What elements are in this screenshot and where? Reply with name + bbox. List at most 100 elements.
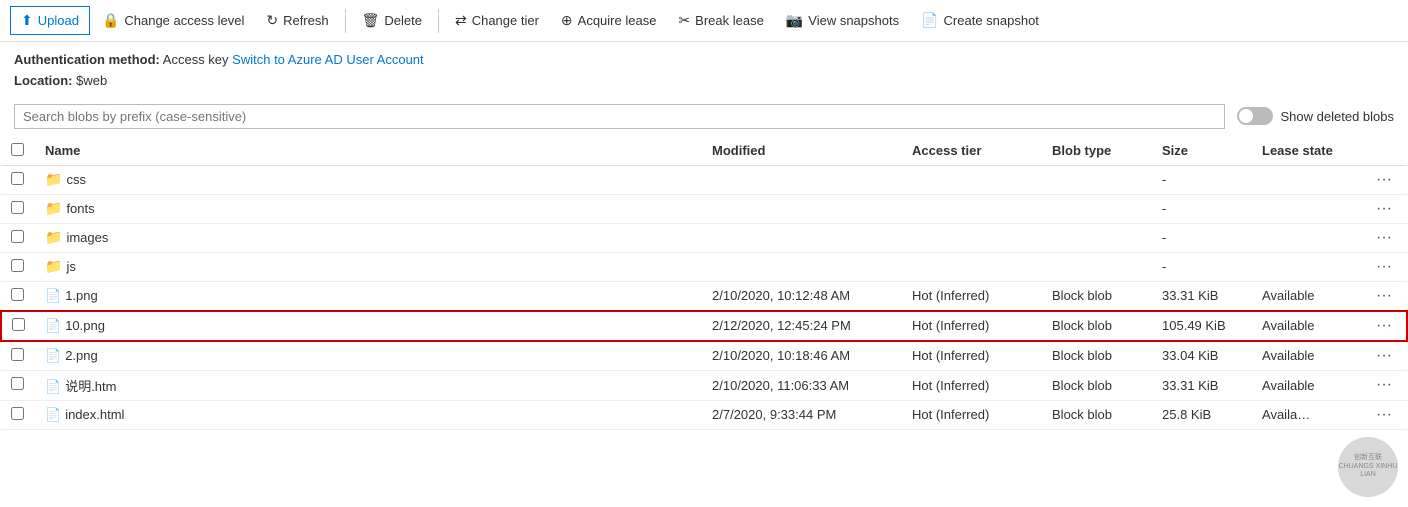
table-row[interactable]: 📄2.png2/10/2020, 10:18:46 AMHot (Inferre… xyxy=(1,341,1407,371)
folder-icon: 📁 xyxy=(45,171,62,187)
switch-account-link[interactable]: Switch to Azure AD User Account xyxy=(232,52,423,67)
cell-lease xyxy=(1252,194,1362,223)
row-more-button[interactable]: ··· xyxy=(1372,376,1396,394)
row-checkbox[interactable] xyxy=(11,172,24,185)
row-checkbox[interactable] xyxy=(11,201,24,214)
col-header-tier: Access tier xyxy=(902,137,1042,166)
cell-tier xyxy=(902,165,1042,194)
select-all-checkbox[interactable] xyxy=(11,143,24,156)
folder-icon: 📁 xyxy=(45,258,62,274)
cell-lease xyxy=(1252,165,1362,194)
row-checkbox[interactable] xyxy=(11,407,24,420)
toggle-wrap: Show deleted blobs xyxy=(1237,107,1394,125)
table-row[interactable]: 📄index.html2/7/2020, 9:33:44 PMHot (Infe… xyxy=(1,400,1407,429)
file-icon: 📄 xyxy=(45,318,61,333)
file-name: fonts xyxy=(66,201,94,216)
toolbar: ⬆ Upload 🔒 Change access level ↻ Refresh… xyxy=(0,0,1408,42)
location-info: Location: $web xyxy=(14,71,1394,92)
break-lease-button[interactable]: ✂ Break lease xyxy=(668,7,773,34)
snapshots-icon: 📷 xyxy=(786,12,803,29)
row-checkbox[interactable] xyxy=(11,288,24,301)
table-row[interactable]: 📁css-··· xyxy=(1,165,1407,194)
upload-button[interactable]: ⬆ Upload xyxy=(10,6,90,35)
row-more-button[interactable]: ··· xyxy=(1372,258,1396,276)
row-more-button[interactable]: ··· xyxy=(1372,347,1396,365)
cell-modified xyxy=(702,194,902,223)
cell-tier: Hot (Inferred) xyxy=(902,281,1042,311)
cell-size: 25.8 KiB xyxy=(1152,400,1252,429)
file-table-body: 📁css-···📁fonts-···📁images-···📁js-···📄1.p… xyxy=(1,165,1407,429)
table-row[interactable]: 📁images-··· xyxy=(1,223,1407,252)
col-header-check xyxy=(1,137,35,166)
create-snap-icon: 📄 xyxy=(921,12,938,29)
table-row[interactable]: 📄1.png2/10/2020, 10:12:48 AMHot (Inferre… xyxy=(1,281,1407,311)
table-row[interactable]: 📄10.png2/12/2020, 12:45:24 PMHot (Inferr… xyxy=(1,311,1407,341)
cell-modified: 2/10/2020, 11:06:33 AM xyxy=(702,370,902,400)
show-deleted-toggle[interactable] xyxy=(1237,107,1273,125)
show-deleted-label: Show deleted blobs xyxy=(1281,109,1394,124)
cell-name: 📄 10.png xyxy=(35,311,702,341)
cell-blob-type xyxy=(1042,223,1152,252)
cell-size: - xyxy=(1152,223,1252,252)
row-more-button[interactable]: ··· xyxy=(1372,200,1396,218)
cell-modified: 2/12/2020, 12:45:24 PM xyxy=(702,311,902,341)
tier-icon: ⇄ xyxy=(455,12,467,29)
cell-blob-type: Block blob xyxy=(1042,370,1152,400)
cell-tier xyxy=(902,194,1042,223)
cell-name: 📁 css xyxy=(35,165,702,194)
cell-size: - xyxy=(1152,194,1252,223)
file-name: 2.png xyxy=(65,348,98,363)
change-tier-button[interactable]: ⇄ Change tier xyxy=(445,7,549,34)
file-name: 1.png xyxy=(65,288,98,303)
row-more-button[interactable]: ··· xyxy=(1372,229,1396,247)
separator-2 xyxy=(438,9,439,33)
file-name: 10.png xyxy=(65,318,105,333)
table-header-row: Name Modified Access tier Blob type Size… xyxy=(1,137,1407,166)
table-row[interactable]: 📁fonts-··· xyxy=(1,194,1407,223)
cell-name: 📁js xyxy=(35,252,702,281)
cell-modified xyxy=(702,223,902,252)
file-name: css xyxy=(66,172,86,187)
col-header-lease: Lease state xyxy=(1252,137,1362,166)
row-more-button[interactable]: ··· xyxy=(1372,406,1396,424)
cell-modified: 2/10/2020, 10:18:46 AM xyxy=(702,341,902,371)
view-snapshots-button[interactable]: 📷 View snapshots xyxy=(776,7,909,34)
cell-blob-type: Block blob xyxy=(1042,341,1152,371)
cell-name: 📄说明.htm xyxy=(35,370,702,400)
change-access-button[interactable]: 🔒 Change access level xyxy=(92,7,254,34)
cell-modified xyxy=(702,252,902,281)
delete-button[interactable]: 🗑 Delete xyxy=(352,7,432,34)
cell-size: 33.04 KiB xyxy=(1152,341,1252,371)
info-bar: Authentication method: Access key Switch… xyxy=(0,42,1408,96)
cell-lease: Available xyxy=(1252,281,1362,311)
row-more-button[interactable]: ··· xyxy=(1372,287,1396,305)
table-row[interactable]: 📄说明.htm2/10/2020, 11:06:33 AMHot (Inferr… xyxy=(1,370,1407,400)
search-input-wrap[interactable] xyxy=(14,104,1225,129)
upload-icon: ⬆ xyxy=(21,12,33,29)
cell-name: 📄1.png xyxy=(35,281,702,311)
cell-lease: Available xyxy=(1252,311,1362,341)
lock-icon: 🔒 xyxy=(102,12,119,29)
row-checkbox[interactable] xyxy=(11,348,24,361)
row-more-button[interactable]: ··· xyxy=(1372,317,1396,335)
cell-blob-type: Block blob xyxy=(1042,311,1152,341)
row-checkbox[interactable] xyxy=(12,318,25,331)
refresh-button[interactable]: ↻ Refresh xyxy=(256,7,338,34)
search-input[interactable] xyxy=(23,109,1216,124)
col-header-modified: Modified xyxy=(702,137,902,166)
table-row[interactable]: 📁js-··· xyxy=(1,252,1407,281)
col-header-blobtype: Blob type xyxy=(1042,137,1152,166)
cell-tier xyxy=(902,223,1042,252)
acquire-lease-button[interactable]: ⊕ Acquire lease xyxy=(551,7,667,34)
row-more-button[interactable]: ··· xyxy=(1372,171,1396,189)
row-checkbox[interactable] xyxy=(11,259,24,272)
break-icon: ✂ xyxy=(678,12,690,29)
row-checkbox[interactable] xyxy=(11,377,24,390)
acquire-icon: ⊕ xyxy=(561,12,573,29)
row-checkbox[interactable] xyxy=(11,230,24,243)
cell-tier: Hot (Inferred) xyxy=(902,400,1042,429)
cell-lease xyxy=(1252,252,1362,281)
cell-size: 105.49 KiB xyxy=(1152,311,1252,341)
cell-tier: Hot (Inferred) xyxy=(902,370,1042,400)
create-snapshot-button[interactable]: 📄 Create snapshot xyxy=(911,7,1049,34)
